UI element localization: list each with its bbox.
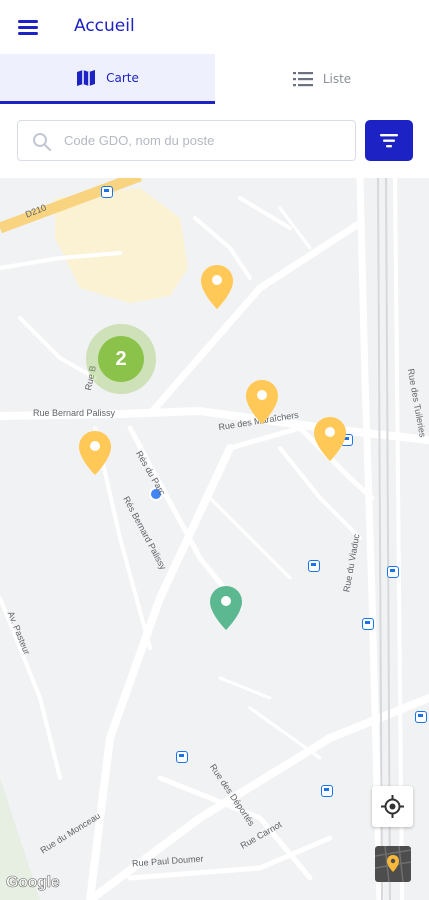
bus-stop-icon [176, 751, 188, 763]
map-layer-icon [375, 846, 411, 882]
list-icon [292, 72, 313, 87]
map-pin-yellow[interactable] [200, 264, 234, 310]
map-pin-yellow[interactable] [245, 379, 279, 425]
marker-cluster[interactable]: 2 [86, 324, 156, 394]
street-label-rue-bernard-palissy: Rue Bernard Palissy [33, 408, 116, 418]
my-location-icon [381, 795, 404, 818]
map-layer-button[interactable] [375, 846, 411, 882]
cluster-count: 2 [98, 336, 144, 382]
hamburger-menu-icon[interactable] [18, 17, 40, 37]
bus-stop-icon [308, 560, 320, 572]
bus-stop-icon [387, 566, 399, 578]
tab-liste[interactable]: Liste [215, 54, 429, 104]
bus-stop-icon [101, 186, 113, 198]
map-pin-yellow[interactable] [78, 430, 112, 476]
search-field [17, 120, 356, 161]
google-attribution: Google [6, 874, 60, 892]
search-bar [0, 104, 429, 178]
my-location-button[interactable] [372, 786, 413, 827]
map-pin-green[interactable] [209, 585, 243, 631]
map-icon [77, 69, 96, 86]
app-header: Accueil [0, 0, 429, 54]
search-input[interactable] [64, 121, 344, 160]
tab-liste-label: Liste [322, 72, 352, 86]
bus-stop-icon [321, 785, 333, 797]
tab-carte[interactable]: Carte [0, 54, 215, 104]
map-pin-yellow[interactable] [313, 416, 347, 462]
search-icon [33, 133, 52, 152]
page-title: Accueil [74, 16, 135, 36]
map-view[interactable]: D210 Rue Bernard Palissy Rue B Rue des M… [0, 178, 429, 900]
view-tabs: Carte Liste [0, 54, 429, 104]
tab-carte-label: Carte [106, 70, 139, 85]
filter-icon [380, 134, 398, 148]
bus-stop-icon [362, 618, 374, 630]
filter-button[interactable] [365, 120, 413, 161]
bus-stop-icon [415, 711, 427, 723]
